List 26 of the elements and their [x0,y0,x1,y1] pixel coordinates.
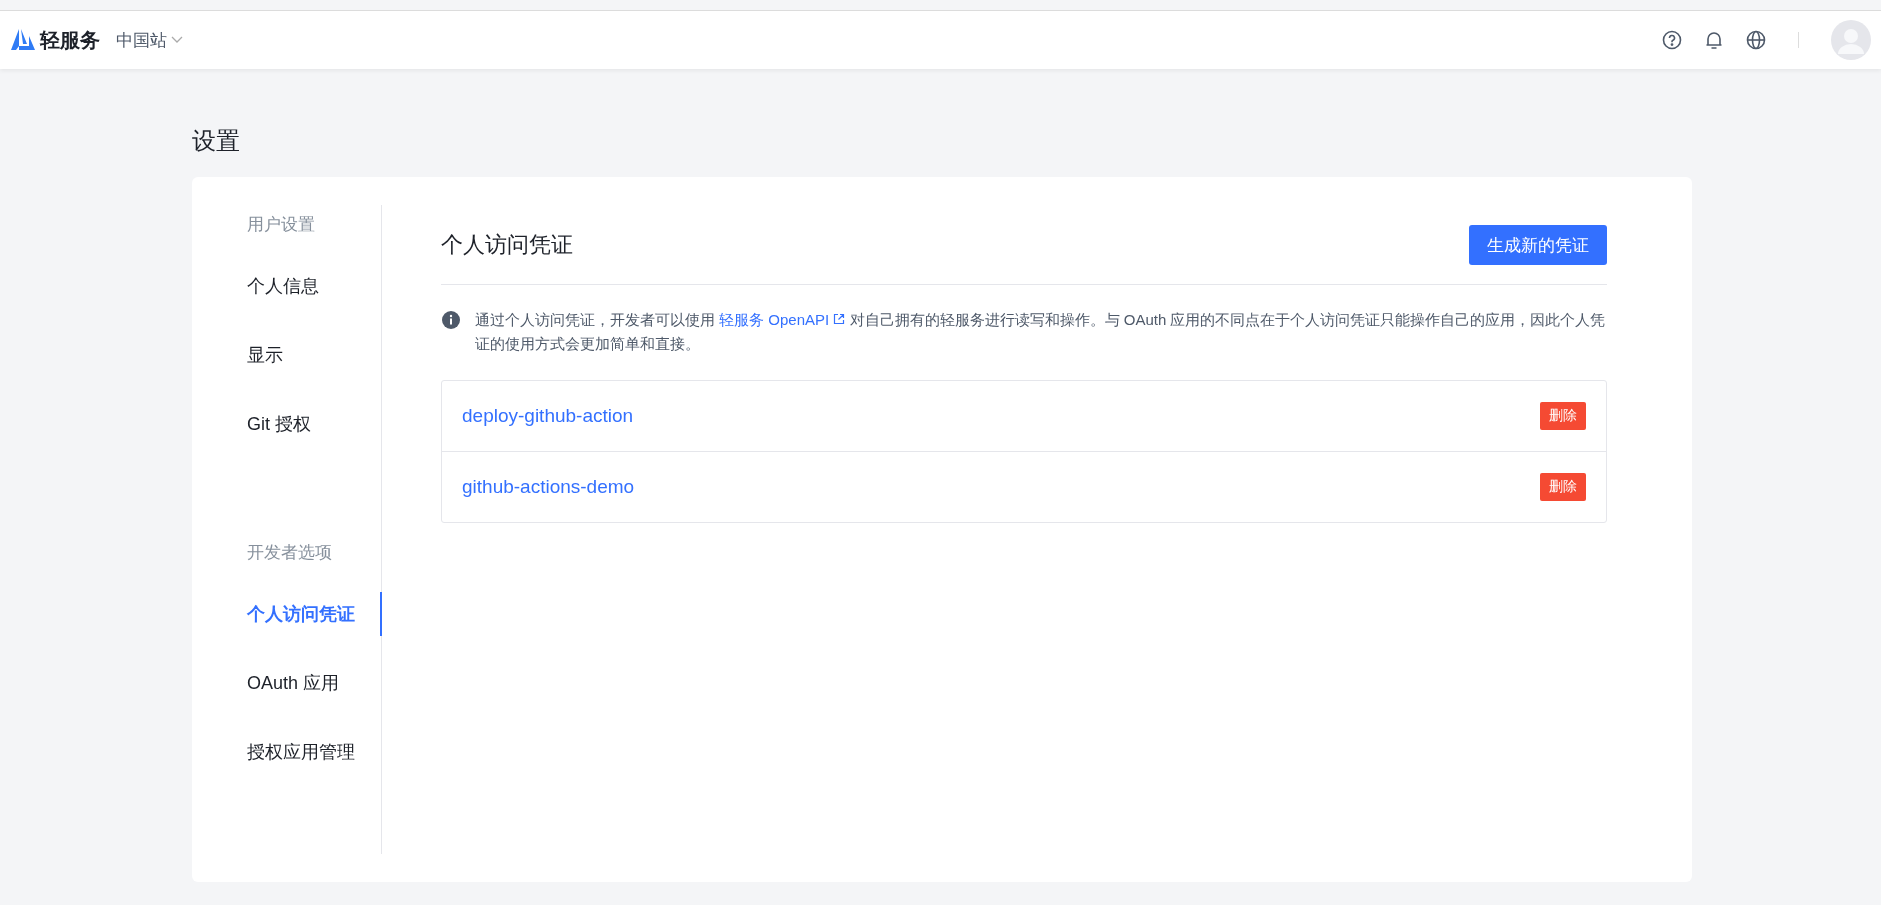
bell-icon[interactable] [1704,30,1724,50]
token-name[interactable]: github-actions-demo [462,476,635,498]
sidebar-heading: 开发者选项 [246,542,333,564]
sidebar-heading: 用户设置 [246,214,316,236]
globe-icon[interactable] [1746,30,1766,50]
section-title: 个人访问凭证 [441,231,573,259]
external-link-icon [833,313,846,325]
sidebar-item[interactable]: 授权应用管理 [192,730,382,774]
generate-token-button[interactable]: 生成新的凭证 [1469,225,1607,265]
delete-button[interactable]: 删除 [1540,402,1586,430]
info-icon [441,310,461,330]
delete-button[interactable]: 删除 [1540,473,1586,501]
chevron-down-icon [171,36,183,44]
token-name[interactable]: deploy-github-action [462,405,634,427]
page-title: 设置 [192,126,241,156]
sidebar-item[interactable]: Git 授权 [192,402,382,446]
help-icon[interactable] [1662,30,1682,50]
sidebar-item[interactable]: 个人信息 [192,264,382,308]
site-dropdown[interactable]: 中国站 [116,28,183,52]
brand-name: 轻服务 [40,27,100,53]
logo-icon [10,28,36,52]
sidebar-item[interactable]: OAuth 应用 [192,661,382,705]
sidebar-item[interactable]: 个人访问凭证 [192,592,382,636]
info-text: 通过个人访问凭证，开发者可以使用 轻服务 OpenAPI 对自己拥有的轻服务进行读写和操作。与 OAuth 应用的不同点在于个人访问凭证只能操作自己的应用，因此个人凭证的使用方式会更加简单和直接。 [475,310,1607,354]
openapi-link[interactable]: 轻服务 OpenAPI [719,311,846,328]
sidebar-item[interactable]: 显示 [192,333,382,377]
